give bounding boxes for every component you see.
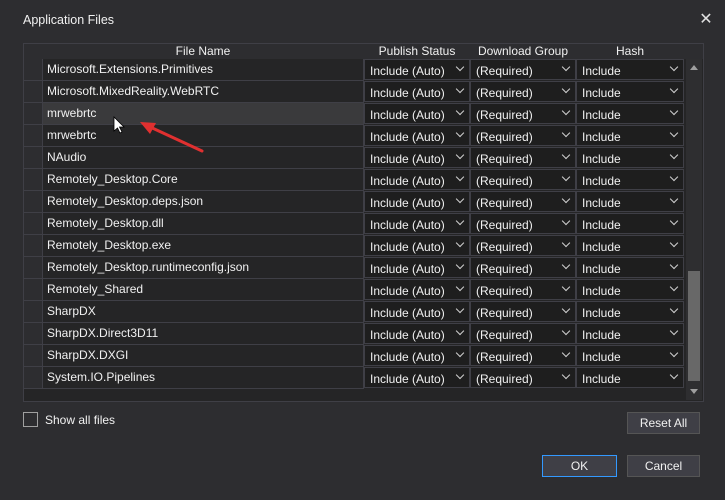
cancel-button[interactable]: Cancel [627, 455, 700, 477]
reset-all-button[interactable]: Reset All [627, 412, 700, 434]
mouse-cursor-icon [113, 116, 125, 134]
ok-button[interactable]: OK [542, 455, 617, 477]
show-all-files-checkbox[interactable] [23, 412, 38, 427]
show-all-files-label: Show all files [45, 413, 116, 427]
